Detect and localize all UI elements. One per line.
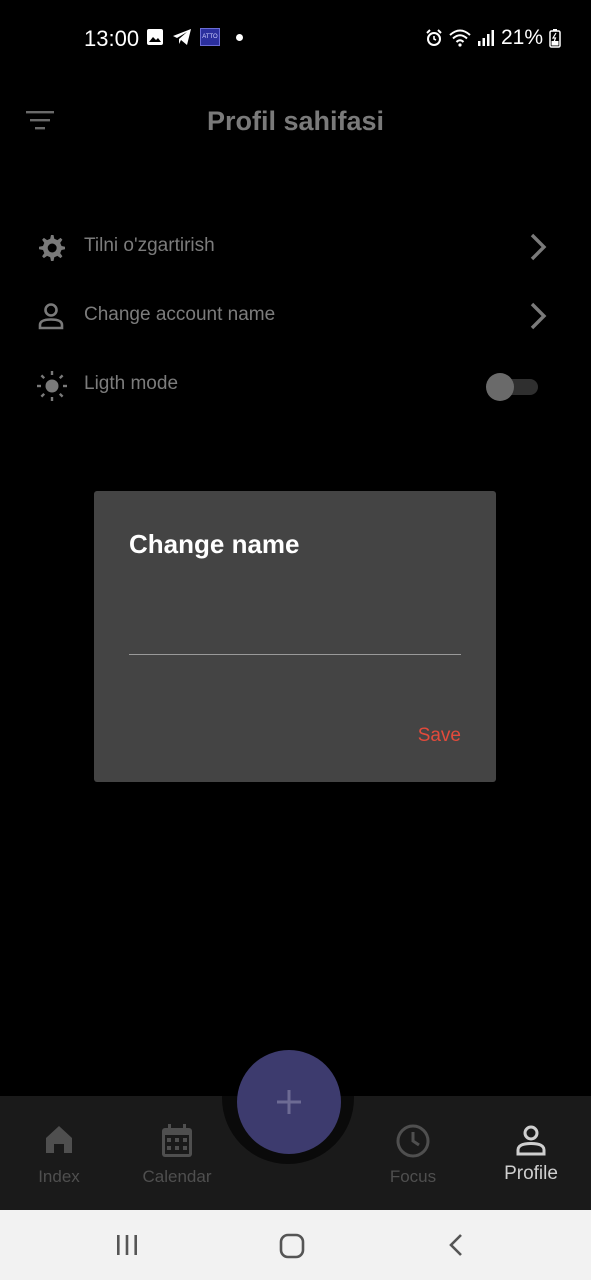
home-button[interactable] (278, 1232, 306, 1265)
light-mode-toggle[interactable] (486, 373, 538, 401)
app-header: Profil sahifasi (0, 90, 591, 154)
settings-item-label: Tilni o'zgartirish (84, 235, 215, 256)
battery-icon (549, 29, 561, 48)
nav-item-profile[interactable]: Profile (476, 1096, 586, 1210)
plus-icon (277, 1090, 301, 1114)
home-icon (43, 1124, 75, 1159)
nav-label: Focus (389, 1167, 437, 1186)
nav-label: Profile (504, 1163, 558, 1184)
nav-item-calendar[interactable]: Calendar (122, 1096, 232, 1210)
settings-item-language[interactable]: Tilni o'zgartirish (0, 217, 591, 277)
change-name-dialog: Change name Save (94, 491, 496, 782)
back-chevron-icon (449, 1234, 462, 1256)
save-button[interactable]: Save (418, 725, 461, 747)
toggle-thumb (486, 373, 514, 401)
calendar-icon (161, 1124, 193, 1163)
settings-item-label: Ligth mode (84, 373, 179, 394)
recent-apps-button[interactable] (114, 1232, 140, 1263)
nav-item-index[interactable]: Index (4, 1096, 114, 1210)
add-button[interactable] (237, 1050, 341, 1154)
signal-icon (477, 30, 494, 46)
telegram-icon (173, 29, 191, 45)
clock-icon (396, 1124, 430, 1163)
person-icon (515, 1124, 547, 1161)
home-circle-icon (279, 1233, 305, 1259)
nav-label: Calendar (142, 1167, 212, 1186)
chevron-right-icon (526, 231, 550, 268)
battery-percent: 21% (500, 26, 543, 49)
more-notifications-dot (236, 33, 243, 41)
image-icon (147, 29, 163, 45)
recent-apps-icon (117, 1235, 137, 1255)
notification-icons: ATTO (146, 28, 243, 46)
dialog-title: Change name (129, 529, 300, 559)
settings-item-account-name[interactable]: Change account name (0, 286, 591, 346)
gear-icon (36, 232, 66, 267)
sun-icon (36, 370, 68, 407)
status-time: 13:00 (84, 26, 140, 51)
settings-item-label: Change account name (84, 304, 276, 325)
alarm-icon (426, 29, 442, 46)
chevron-right-icon (526, 300, 550, 337)
app-badge-icon: ATTO (200, 28, 220, 46)
nav-label: Index (38, 1167, 80, 1186)
system-navigation-bar (0, 1210, 591, 1280)
settings-item-light-mode: Ligth mode (0, 355, 591, 415)
wifi-icon (449, 29, 471, 47)
page-title: Profil sahifasi (206, 106, 385, 136)
back-button[interactable] (444, 1232, 470, 1263)
status-right: 21% (425, 26, 561, 50)
nav-item-focus[interactable]: Focus (358, 1096, 468, 1210)
status-bar: 13:00 ATTO 21% (0, 0, 591, 78)
name-input[interactable] (129, 609, 461, 655)
person-icon (36, 301, 66, 336)
